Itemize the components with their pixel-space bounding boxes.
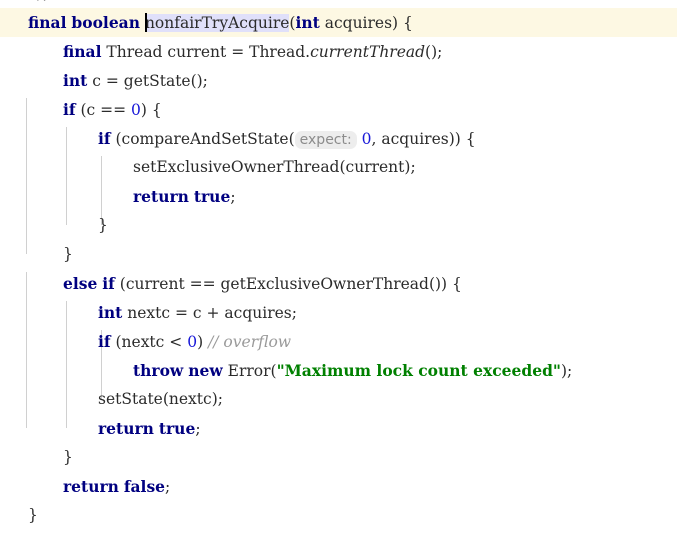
code-token: }: [63, 245, 73, 263]
code-token: }: [28, 506, 38, 524]
code-token: (compareAndSetState(: [110, 130, 295, 148]
code-line[interactable]: setExclusiveOwnerThread(current);: [0, 153, 677, 182]
code-line[interactable]: throw new Error("Maximum lock count exce…: [0, 356, 677, 385]
code-token: setExclusiveOwnerThread(current);: [133, 158, 416, 176]
code-token: ;: [165, 478, 171, 496]
keyword-token: new: [188, 361, 223, 380]
code-token: c = getState();: [87, 72, 208, 90]
keyword-token: int: [295, 13, 320, 32]
keyword-token: if: [98, 332, 111, 351]
number-token: 0: [361, 130, 372, 148]
code-token: ): [197, 333, 209, 351]
number-token: 0: [131, 101, 141, 119]
code-token: ;: [230, 188, 236, 206]
code-editor[interactable]: */ final boolean nonfairTryAcquire(int a…: [0, 0, 677, 538]
keyword-token: int: [98, 303, 123, 322]
comment-token: // overflow: [208, 333, 292, 351]
code-line[interactable]: int nextc = c + acquires;: [0, 298, 677, 327]
code-token: acquires) {: [319, 14, 413, 32]
code-token: Thread current = Thread.: [101, 43, 311, 61]
code-line[interactable]: }: [0, 211, 677, 240]
code-token: ;: [195, 420, 201, 438]
code-token: setState(nextc);: [98, 390, 223, 408]
code-token: }: [98, 216, 108, 234]
code-line[interactable]: if (c == 0) {: [0, 95, 677, 124]
code-line[interactable]: int c = getState();: [0, 66, 677, 95]
code-line[interactable]: final Thread current = Thread.currentThr…: [0, 37, 677, 66]
text-caret: [144, 13, 147, 32]
clipped-comment-fragment: */: [34, 0, 47, 1]
code-token: (c ==: [75, 101, 132, 119]
keyword-token: else: [63, 274, 98, 293]
number-token: 0: [187, 333, 198, 351]
keyword-token: return: [133, 187, 189, 206]
code-line[interactable]: final boolean nonfairTryAcquire(int acqu…: [0, 8, 677, 37]
keyword-token: true: [158, 419, 196, 438]
code-token: nextc = c + acquires;: [122, 304, 297, 322]
selected-identifier-token: nonfairTryAcquire: [144, 14, 290, 32]
code-token: Error(: [222, 362, 277, 380]
code-line[interactable]: }: [0, 501, 677, 530]
keyword-token: final: [28, 13, 67, 32]
code-line[interactable]: else if (current == getExclusiveOwnerThr…: [0, 269, 677, 298]
keyword-token: if: [63, 100, 76, 119]
keyword-token: if: [98, 129, 111, 148]
code-line[interactable]: if (compareAndSetState(expect: 0, acquir…: [0, 124, 677, 153]
keyword-token: if: [102, 274, 115, 293]
keyword-token: true: [193, 187, 231, 206]
code-token: , acquires)) {: [371, 130, 476, 148]
code-token: );: [560, 362, 573, 380]
code-token: (current == getExclusiveOwnerThread()) {: [114, 275, 462, 293]
inlay-parameter-hint[interactable]: expect:: [294, 131, 357, 149]
code-text-area[interactable]: final boolean nonfairTryAcquire(int acqu…: [0, 8, 677, 530]
code-line[interactable]: if (nextc < 0) // overflow: [0, 327, 677, 356]
keyword-token: int: [63, 71, 88, 90]
keyword-token: throw: [133, 361, 184, 380]
static-method-token: currentThread: [310, 43, 426, 61]
keyword-token: boolean: [71, 13, 140, 32]
string-token: "Maximum lock count exceeded": [276, 361, 561, 380]
keyword-token: return: [63, 477, 119, 496]
code-token: }: [63, 448, 73, 466]
code-token: (nextc: [110, 333, 170, 351]
code-line[interactable]: setState(nextc);: [0, 385, 677, 414]
code-line[interactable]: }: [0, 240, 677, 269]
code-line[interactable]: return true;: [0, 414, 677, 443]
code-token: ();: [425, 43, 443, 61]
code-token: ) {: [140, 101, 162, 119]
code-line[interactable]: }: [0, 443, 677, 472]
code-token: <: [169, 333, 188, 351]
keyword-token: return: [98, 419, 154, 438]
code-line[interactable]: return false;: [0, 472, 677, 501]
code-line[interactable]: return true;: [0, 182, 677, 211]
keyword-token: false: [123, 477, 166, 496]
keyword-token: final: [63, 42, 102, 61]
